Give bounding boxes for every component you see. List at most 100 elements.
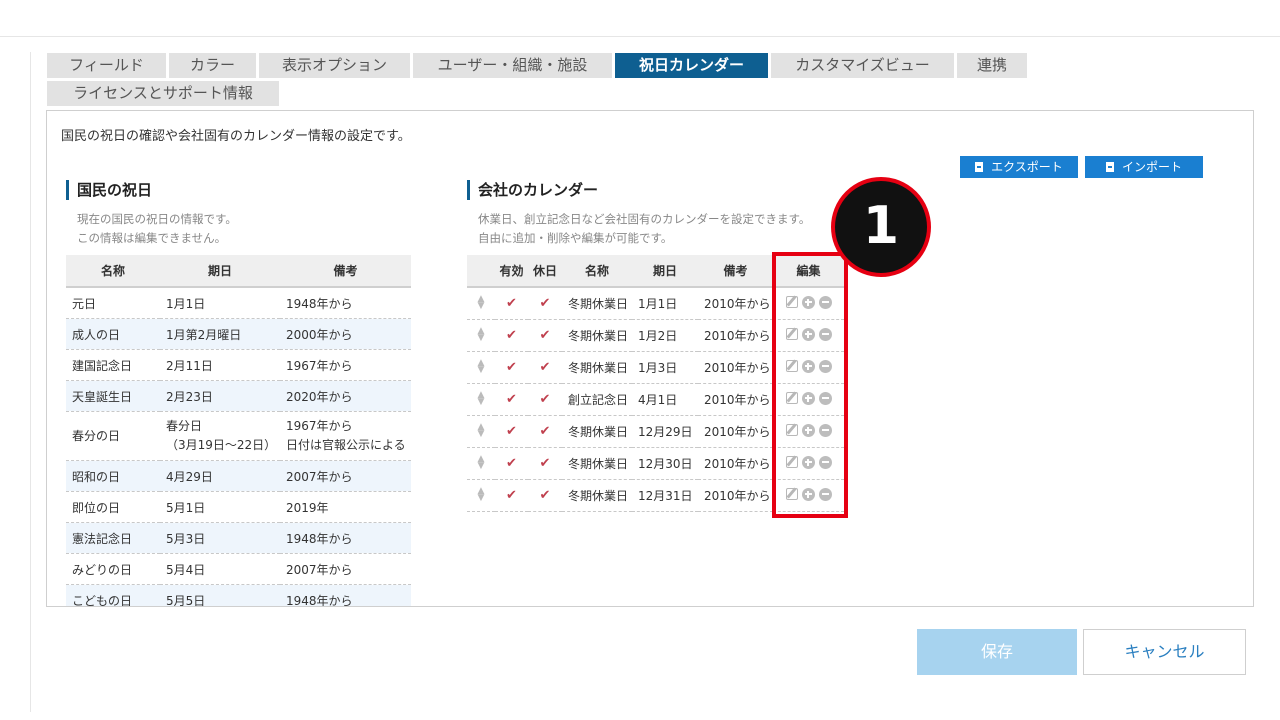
- holiday-check[interactable]: ✔: [528, 479, 562, 512]
- check-icon: ✔: [506, 296, 517, 311]
- top-divider: [0, 36, 1280, 37]
- company-holiday-date: 1月1日: [632, 287, 698, 320]
- national-desc-2: この情報は編集できません。: [77, 231, 227, 245]
- check-icon: ✔: [539, 488, 551, 503]
- enabled-check[interactable]: ✔: [495, 447, 528, 480]
- drag-handle[interactable]: ▲ ▼: [467, 415, 495, 448]
- check-icon: ✔: [506, 424, 517, 439]
- sort-grip-icon: ▲ ▼: [477, 454, 485, 471]
- table-row: 即位の日 5月1日 2019年: [66, 491, 411, 523]
- company-holiday-name: 創立記念日: [562, 383, 632, 416]
- holiday-name: 憲法記念日: [66, 522, 160, 554]
- check-icon: ✔: [506, 488, 517, 503]
- holiday-check[interactable]: ✔: [528, 351, 562, 384]
- company-calendar-title: 会社のカレンダー: [467, 180, 598, 200]
- holiday-check[interactable]: ✔: [528, 415, 562, 448]
- sort-grip-icon: ▲ ▼: [477, 326, 485, 343]
- import-button[interactable]: インポート: [1085, 156, 1203, 178]
- table-row: 昭和の日 4月29日 2007年から: [66, 460, 411, 492]
- enabled-check[interactable]: ✔: [495, 319, 528, 352]
- enabled-check[interactable]: ✔: [495, 383, 528, 416]
- holiday-note: 2020年から: [280, 380, 411, 412]
- company-holiday-date: 12月29日: [632, 415, 698, 448]
- save-button[interactable]: 保存: [917, 629, 1077, 675]
- check-icon: ✔: [539, 456, 551, 471]
- tab-user-org-facility[interactable]: ユーザー・組織・施設: [413, 53, 612, 78]
- holiday-date: 4月29日: [160, 460, 280, 492]
- sort-grip-icon: ▲ ▼: [477, 486, 485, 503]
- file-icon: [1105, 162, 1114, 172]
- sort-grip-icon: ▲ ▼: [477, 422, 485, 439]
- holiday-date: 春分日 （3月19日～22日）: [160, 411, 280, 461]
- tab-custom-view[interactable]: カスタマイズビュー: [771, 53, 954, 78]
- national-holidays-table: 名称 期日 備考 元日 1月1日 1948年から 成人の日 1月第2月曜日 20…: [66, 255, 411, 606]
- holiday-note: 1948年から: [280, 287, 411, 319]
- tab-color[interactable]: カラー: [169, 53, 256, 78]
- company-holiday-note: 2010年から: [698, 479, 773, 512]
- holiday-check[interactable]: ✔: [528, 287, 562, 320]
- drag-handle[interactable]: ▲ ▼: [467, 383, 495, 416]
- holiday-name: 成人の日: [66, 318, 160, 350]
- column-header-holiday: 休日: [528, 255, 562, 288]
- left-divider: [30, 52, 31, 712]
- table-row: 成人の日 1月第2月曜日 2000年から: [66, 318, 411, 350]
- drag-handle[interactable]: ▲ ▼: [467, 479, 495, 512]
- holiday-name: 建国記念日: [66, 349, 160, 381]
- drag-handle[interactable]: ▲ ▼: [467, 447, 495, 480]
- column-header-date: 期日: [632, 255, 698, 288]
- tab-license-support[interactable]: ライセンスとサポート情報: [47, 81, 279, 106]
- column-header-note: 備考: [280, 255, 411, 288]
- holiday-check[interactable]: ✔: [528, 319, 562, 352]
- check-icon: ✔: [539, 328, 551, 343]
- holiday-note: 2007年から: [280, 553, 411, 585]
- holiday-date: 5月3日: [160, 522, 280, 554]
- holiday-name: こどもの日: [66, 584, 160, 606]
- tab-holiday-calendar[interactable]: 祝日カレンダー: [615, 53, 768, 78]
- holiday-date: 1月1日: [160, 287, 280, 319]
- holiday-name: 春分の日: [66, 411, 160, 461]
- company-holiday-name: 冬期休業日: [562, 319, 632, 352]
- check-icon: ✔: [506, 360, 517, 375]
- tab-field[interactable]: フィールド: [47, 53, 166, 78]
- drag-handle[interactable]: ▲ ▼: [467, 319, 495, 352]
- company-holiday-note: 2010年から: [698, 383, 773, 416]
- table-row: みどりの日 5月4日 2007年から: [66, 553, 411, 585]
- panel-description: 国民の祝日の確認や会社固有のカレンダー情報の設定です。: [61, 129, 411, 144]
- enabled-check[interactable]: ✔: [495, 415, 528, 448]
- enabled-check[interactable]: ✔: [495, 351, 528, 384]
- column-header-enabled: 有効: [495, 255, 528, 288]
- national-holidays-title: 国民の祝日: [66, 180, 152, 200]
- enabled-check[interactable]: ✔: [495, 479, 528, 512]
- company-holiday-name: 冬期休業日: [562, 351, 632, 384]
- sort-grip-icon: ▲ ▼: [477, 390, 485, 407]
- company-holiday-note: 2010年から: [698, 447, 773, 480]
- sort-grip-icon: ▲ ▼: [477, 358, 485, 375]
- holiday-check[interactable]: ✔: [528, 383, 562, 416]
- holiday-note: 1967年から 日付は官報公示による: [280, 411, 411, 461]
- column-header-name: 名称: [562, 255, 632, 288]
- holiday-note: 2019年: [280, 491, 411, 523]
- company-holiday-date: 12月30日: [632, 447, 698, 480]
- column-header-date: 期日: [160, 255, 280, 288]
- check-icon: ✔: [506, 328, 517, 343]
- holiday-check[interactable]: ✔: [528, 447, 562, 480]
- holiday-date-line1: 春分日: [166, 419, 203, 433]
- holiday-note: 2007年から: [280, 460, 411, 492]
- drag-handle[interactable]: ▲ ▼: [467, 287, 495, 320]
- tab-display-options[interactable]: 表示オプション: [259, 53, 410, 78]
- enabled-check[interactable]: ✔: [495, 287, 528, 320]
- company-holiday-note: 2010年から: [698, 287, 773, 320]
- tab-integration[interactable]: 連携: [957, 53, 1027, 78]
- holiday-date-line2: （3月19日～22日）: [166, 438, 277, 452]
- table-row: こどもの日 5月5日 1948年から: [66, 584, 411, 606]
- holiday-name: 天皇誕生日: [66, 380, 160, 412]
- export-button[interactable]: エクスポート: [960, 156, 1078, 178]
- holiday-date: 5月5日: [160, 584, 280, 606]
- holiday-name: 昭和の日: [66, 460, 160, 492]
- holiday-date: 2月11日: [160, 349, 280, 381]
- holiday-note: 1948年から: [280, 522, 411, 554]
- cancel-button[interactable]: キャンセル: [1083, 629, 1246, 675]
- drag-handle[interactable]: ▲ ▼: [467, 351, 495, 384]
- company-holiday-date: 12月31日: [632, 479, 698, 512]
- holiday-date: 5月4日: [160, 553, 280, 585]
